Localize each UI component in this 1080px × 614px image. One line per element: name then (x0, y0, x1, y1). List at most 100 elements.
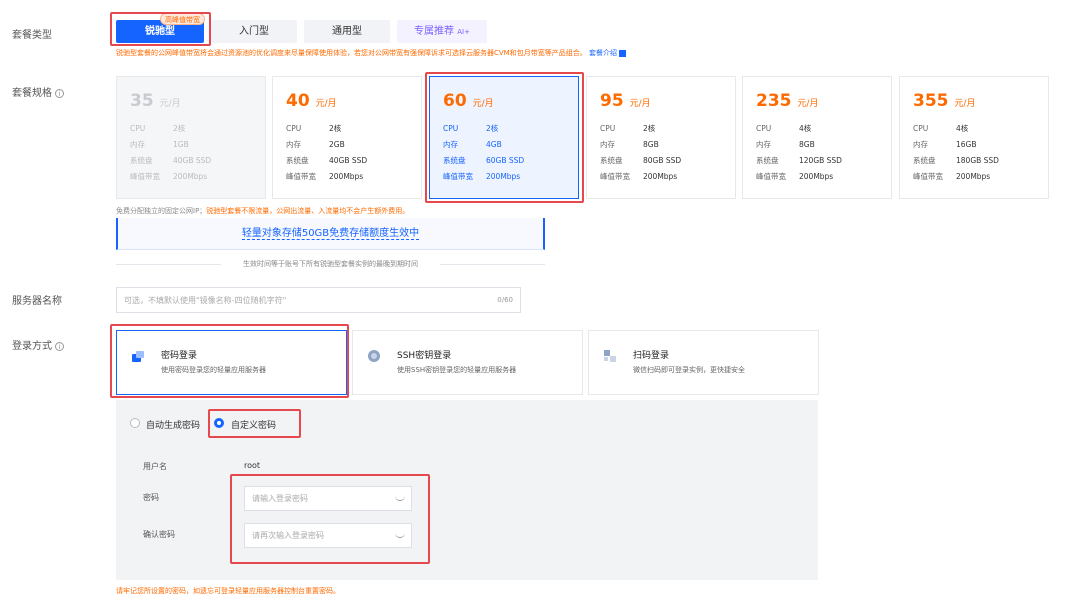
spec-key-cpu: CPU (130, 124, 146, 133)
storage-banner[interactable]: 轻量对象存储50GB免费存储额度生效中 (116, 218, 545, 250)
spec-row-bw: 峰值带宽 200Mbps (286, 171, 363, 182)
package-intro-link[interactable]: 套餐介绍 (589, 49, 617, 57)
spec-value-cpu: 2核 (643, 124, 656, 133)
spec-key-bw: 峰值带宽 (130, 172, 160, 181)
login-method-password-title: 密码登录 (161, 351, 198, 361)
radio-custom-password-label: 自定义密码 (231, 421, 277, 431)
eye-hidden-icon[interactable] (395, 495, 405, 501)
radio-auto-password[interactable] (130, 418, 140, 428)
confirm-password-placeholder: 请再次输入登录密码 (252, 531, 324, 540)
server-name-input[interactable]: 可选，不填默认使用"镜像名称-四位随机字符" 0/60 (116, 287, 521, 313)
server-name-counter: 0/60 (497, 296, 513, 304)
spec-card-60[interactable]: 60 元/月 CPU 2核 内存 4GB 系统盘 60GB SSD 峰值带宽 200Mbps (429, 76, 579, 199)
package-type-note-text: 锐驰型套餐的公网峰值带宽将会通过资源池的优化调度来尽量保障使用体验，若您对公网带… (116, 49, 587, 57)
spec-key-disk: 系统盘 (756, 156, 779, 165)
spec-card-price-value: 235 (756, 91, 792, 111)
spec-card-price-unit: 元/月 (472, 99, 494, 109)
spec-value-mem: 1GB (173, 140, 189, 149)
spec-key-bw: 峰值带宽 (913, 172, 943, 181)
spec-value-cpu: 2核 (173, 124, 186, 133)
spec-row-mem: 内存 4GB (443, 139, 502, 150)
spec-card-price-value: 35 (130, 91, 154, 111)
storage-banner-text: 轻量对象存储50GB免费存储额度生效中 (241, 228, 420, 240)
spec-card-40[interactable]: 40 元/月 CPU 2核 内存 2GB 系统盘 40GB SSD 峰值带宽 200Mbps (272, 76, 422, 199)
password-login-icon (132, 351, 144, 362)
tab-exclusive-label: 专属推荐 (414, 26, 455, 37)
spec-card-235[interactable]: 235 元/月 CPU 4核 内存 8GB 系统盘 120GB SSD 峰值带宽 200Mbps (742, 76, 892, 199)
spec-card-95[interactable]: 95 元/月 CPU 2核 内存 8GB 系统盘 80GB SSD 峰值带宽 200Mbps (586, 76, 736, 199)
info-icon[interactable]: i (55, 88, 64, 98)
tab-general[interactable]: 通用型 (304, 20, 390, 43)
package-type-note: 锐驰型套餐的公网峰值带宽将会通过资源池的优化调度来尽量保障使用体验，若您对公网带… (116, 48, 627, 58)
package-spec-label-text: 套餐规格 (12, 88, 52, 99)
spec-card-price: 60 元/月 (443, 91, 494, 111)
spec-value-cpu: 2核 (486, 124, 499, 133)
spec-value-disk: 60GB SSD (486, 156, 525, 165)
spec-key-disk: 系统盘 (600, 156, 623, 165)
login-method-password[interactable]: 密码登录 使用密码登录您的轻量应用服务器 (116, 330, 347, 395)
spec-key-mem: 内存 (130, 140, 145, 149)
spec-card-price: 35 元/月 (130, 91, 181, 111)
spec-key-cpu: CPU (443, 124, 459, 133)
login-method-label: 登录方式 i (12, 337, 64, 352)
spec-value-mem: 16GB (956, 140, 977, 149)
spec-card-355[interactable]: 355 元/月 CPU 4核 内存 16GB 系统盘 180GB SSD 峰值带宽 200Mbp… (899, 76, 1049, 199)
spec-value-disk: 40GB SSD (173, 156, 212, 165)
spec-row-mem: 内存 16GB (913, 139, 977, 150)
login-method-qrcode[interactable]: 扫码登录 微信扫码即可登录实例，更快捷安全 (588, 330, 819, 395)
spec-key-disk: 系统盘 (130, 156, 153, 165)
spec-key-disk: 系统盘 (913, 156, 936, 165)
spec-value-bw: 200Mbps (799, 172, 834, 181)
spec-card-price-unit: 元/月 (797, 99, 819, 109)
tab-exclusive[interactable]: 专属推荐 AI+ (397, 20, 487, 43)
spec-key-disk: 系统盘 (286, 156, 309, 165)
spec-row-bw: 峰值带宽 200Mbps (443, 171, 520, 182)
spec-card-price: 40 元/月 (286, 91, 337, 111)
spec-key-cpu: CPU (286, 124, 302, 133)
spec-row-disk: 系统盘 40GB SSD (130, 155, 211, 166)
spec-value-cpu: 4核 (799, 124, 812, 133)
radio-custom-password[interactable] (214, 418, 224, 428)
spec-row-bw: 峰值带宽 200Mbps (130, 171, 207, 182)
tab-entry[interactable]: 入门型 (211, 20, 297, 43)
qrcode-icon (604, 350, 616, 362)
spec-value-disk: 180GB SSD (956, 156, 999, 165)
ssh-key-icon (368, 350, 380, 362)
spec-value-mem: 2GB (329, 140, 345, 149)
spec-row-mem: 内存 2GB (286, 139, 345, 150)
spec-row-cpu: CPU 4核 (756, 123, 811, 134)
login-method-ssh-title: SSH密钥登录 (397, 351, 452, 361)
radio-auto-password-label: 自动生成密码 (146, 421, 201, 431)
confirm-password-input[interactable]: 请再次输入登录密码 (244, 523, 412, 548)
spec-value-disk: 40GB SSD (329, 156, 368, 165)
eye-hidden-icon[interactable] (395, 532, 405, 538)
login-method-ssh[interactable]: SSH密钥登录 使用SSH密钥登录您的轻量应用服务器 (352, 330, 583, 395)
spec-value-mem: 8GB (799, 140, 815, 149)
spec-value-mem: 4GB (486, 140, 502, 149)
spec-key-mem: 内存 (600, 140, 615, 149)
spec-key-bw: 峰值带宽 (600, 172, 630, 181)
spec-key-mem: 内存 (286, 140, 301, 149)
spec-key-mem: 内存 (756, 140, 771, 149)
ip-note-prefix: 免费分配独立的固定公网IP； (116, 207, 207, 215)
spec-row-mem: 内存 8GB (756, 139, 815, 150)
login-method-password-desc: 使用密码登录您的轻量应用服务器 (161, 366, 266, 374)
spec-card-price-value: 40 (286, 91, 310, 111)
tab-ruichi-label: 锐驰型 (145, 26, 175, 37)
spec-card-price-value: 95 (600, 91, 624, 111)
info-icon[interactable]: i (55, 341, 64, 351)
spec-card-price-unit: 元/月 (159, 99, 181, 109)
password-input[interactable]: 请输入登录密码 (244, 486, 412, 511)
spec-row-disk: 系统盘 40GB SSD (286, 155, 367, 166)
spec-value-disk: 120GB SSD (799, 156, 842, 165)
tab-entry-label: 入门型 (239, 26, 269, 37)
spec-key-mem: 内存 (443, 140, 458, 149)
username-label: 用户名 (143, 462, 167, 471)
spec-key-bw: 峰值带宽 (286, 172, 316, 181)
spec-row-disk: 系统盘 120GB SSD (756, 155, 842, 166)
server-name-label: 服务器名称 (12, 296, 62, 307)
password-warning: 请牢记您所设置的密码，如遗忘可登录轻量应用服务器控制台重置密码。 (116, 587, 340, 595)
spec-card-price: 95 元/月 (600, 91, 651, 111)
spec-key-mem: 内存 (913, 140, 928, 149)
spec-row-cpu: CPU 4核 (913, 123, 968, 134)
